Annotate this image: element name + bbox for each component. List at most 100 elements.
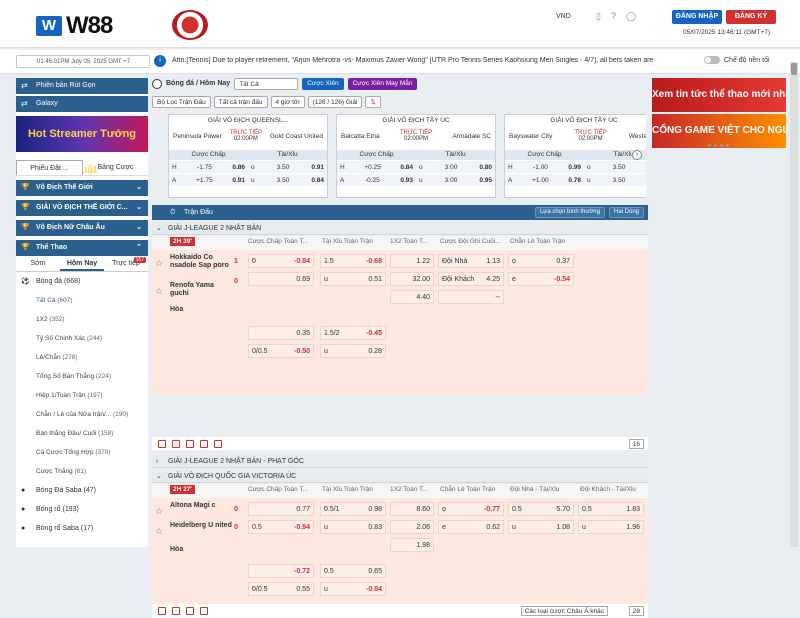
banner-dots[interactable]	[708, 144, 729, 147]
odds-cell[interactable]: 0.77	[248, 502, 314, 516]
stats-icon[interactable]	[158, 439, 166, 448]
sort-icon[interactable]: ⇅	[365, 95, 381, 108]
all-matches-select[interactable]: Tất cả trận đấu	[213, 95, 268, 108]
league-row[interactable]: › GIẢI J-LEAGUE 2 NHẬT BẢN - PHẠT GÓC	[152, 455, 648, 468]
odds-cell[interactable]: --	[438, 290, 504, 304]
grid-icon[interactable]	[172, 439, 180, 448]
lucky-parlay-button[interactable]: Cược Xiên May Mắn	[347, 77, 418, 90]
odds-cell[interactable]: 0.35	[248, 326, 314, 340]
tab-bet-list[interactable]: Bảng Cược	[83, 160, 148, 175]
league-count[interactable]: (126 / 126) Giải	[307, 95, 363, 108]
odds-cell[interactable]: u 1.08	[508, 520, 574, 534]
odds-cell[interactable]: 1.98	[390, 538, 434, 552]
odds-cell[interactable]: 0.5 -0.94	[248, 520, 314, 534]
sidebar-market-item[interactable]: Tất Cả (607)	[16, 291, 148, 310]
list-icon[interactable]	[186, 439, 194, 448]
odds-cell[interactable]: -0.72	[248, 564, 314, 578]
carousel-next-icon[interactable]: ›	[632, 150, 642, 160]
list-icon[interactable]	[186, 607, 194, 615]
handicap-odds[interactable]: H -1.75 0.86	[169, 161, 248, 173]
odds-cell[interactable]: 1.5 -0.68	[320, 254, 386, 268]
odds-cell[interactable]: 1.5/2 -0.45	[320, 326, 386, 340]
tab-bet-slip[interactable]: Phiếu Đặt ...	[16, 160, 83, 175]
register-button[interactable]: ĐĂNG KÝ	[726, 10, 776, 24]
odds-type-select[interactable]: Các loại cược Châu Á khác	[520, 606, 608, 616]
view-select[interactable]: Hai Dòng	[608, 207, 644, 218]
refresh-icon[interactable]	[200, 439, 208, 448]
league-row[interactable]: ⌄ GIẢI J-LEAGUE 2 NHẬT BẢN	[152, 222, 648, 235]
odds-cell[interactable]: 2.06	[390, 520, 434, 534]
odds-cell[interactable]: Đội Nhà 1.13	[438, 254, 504, 268]
currency-select[interactable]: VND	[556, 13, 571, 20]
odds-cell[interactable]: 0.69	[248, 272, 314, 286]
tab-today[interactable]: Hôm Nay	[60, 256, 104, 271]
odds-cell[interactable]: u 1.96	[578, 520, 644, 534]
over-under-odds[interactable]: o 3.00 0.80	[416, 161, 495, 173]
sidebar-section-sports[interactable]: 🏆 Thể Thao ⌃	[16, 240, 148, 256]
sidebar-market-item[interactable]: Bàn thắng Đầu/ Cuối (158)	[16, 424, 148, 443]
featured-match-card[interactable]: GIẢI VÔ ĐỊCH QUEENSL... Peninsula Power TR…	[168, 114, 328, 198]
odds-cell[interactable]: 0.5 5.70	[508, 502, 574, 516]
tab-early[interactable]: Sớm	[16, 256, 60, 271]
brand-logo[interactable]: W W88	[36, 12, 113, 40]
sport-item[interactable]: ● Bóng rổ Saba (17)	[16, 519, 148, 538]
favorite-star-icon[interactable]: ☆	[155, 258, 163, 269]
market-count-select[interactable]: 16	[628, 438, 644, 449]
odds-cell[interactable]: u 0.83	[320, 520, 386, 534]
scrollbar[interactable]	[790, 62, 798, 547]
dark-mode-toggle[interactable]: Chế độ nền tối	[704, 56, 770, 64]
sidebar-market-item[interactable]: Hiệp 1/Toàn Trận (197)	[16, 386, 148, 405]
sport-item[interactable]: ● Bóng rổ (193)	[16, 500, 148, 519]
compact-version-button[interactable]: ⇄ Phiên bản Rút Gọn	[16, 78, 148, 94]
sidebar-section-world-cup[interactable]: 🏆 Vô Địch Thế Giới ⌄	[16, 180, 148, 196]
handicap-odds[interactable]: H +0.25 0.84	[337, 161, 416, 173]
sidebar-market-item[interactable]: 1X2 (352)	[16, 310, 148, 329]
stats-icon[interactable]	[158, 607, 166, 615]
favorite-star-icon[interactable]: ☆	[155, 506, 163, 517]
login-button[interactable]: ĐĂNG NHẬP	[672, 10, 722, 24]
news-banner[interactable]: Xem tin tức thể thao mới nhất	[652, 78, 786, 112]
featured-match-card[interactable]: GIẢI VÔ ĐỊCH TÂY ÚC Bayswater City TRỰC TI…	[504, 114, 646, 198]
dot-icon[interactable]	[714, 144, 717, 147]
match-filter-select[interactable]: Bộ Lọc Trận Đấu	[152, 95, 211, 108]
dot-icon[interactable]	[726, 144, 729, 147]
odds-cell[interactable]: 0.5 1.83	[578, 502, 644, 516]
sidebar-market-item[interactable]: Lẻ/Chẵn (278)	[16, 348, 148, 367]
over-under-odds[interactable]: o3.500.95	[584, 161, 646, 173]
handicap-odds[interactable]: A +1.75 0.91	[169, 174, 248, 186]
galaxy-button[interactable]: ⇄ Galaxy	[16, 96, 148, 112]
sidebar-market-item[interactable]: Cược Thắng (61)	[16, 462, 148, 481]
odds-cell[interactable]: u 0.51	[320, 272, 386, 286]
odds-cell[interactable]: 0/0.5 0.55	[248, 582, 314, 596]
favorite-star-icon[interactable]: ☆	[155, 526, 163, 537]
odds-cell[interactable]: 0.5 0.65	[320, 564, 386, 578]
sidebar-market-item[interactable]: Cá Cược Tổng Hợp (370)	[16, 443, 148, 462]
dot-icon[interactable]	[720, 144, 723, 147]
odds-cell[interactable]: 0 -0.84	[248, 254, 314, 268]
page-select[interactable]: 28	[628, 606, 644, 616]
odds-cell[interactable]: 32.00	[390, 272, 434, 286]
odds-cell[interactable]: 0/0.5 -0.50	[248, 344, 314, 358]
mobile-icon[interactable]: ▯	[596, 11, 601, 22]
time-range-select[interactable]: 4 giờ tới	[270, 95, 305, 108]
dot-icon[interactable]	[708, 144, 711, 147]
toggle-switch[interactable]	[704, 56, 720, 64]
scroll-thumb[interactable]	[791, 63, 797, 75]
sort-select[interactable]: Lựa chọn bình thường	[534, 207, 605, 218]
handicap-odds[interactable]: A -0.25 0.93	[337, 174, 416, 186]
odds-cell[interactable]: u 0.28	[320, 344, 386, 358]
help-icon[interactable]: ?	[611, 11, 616, 22]
odds-cell[interactable]: 1.22	[390, 254, 434, 268]
odds-cell[interactable]: u -0.84	[320, 582, 386, 596]
odds-cell[interactable]: 4.40	[390, 290, 434, 304]
over-under-odds[interactable]: u 3.50 0.84	[248, 174, 327, 186]
info-icon[interactable]: ◯	[626, 11, 636, 22]
odds-cell[interactable]: 0.5/1 0.98	[320, 502, 386, 516]
sidebar-section-world-club[interactable]: 🏆 GIẢI VÔ ĐỊCH THẾ GIỚI C... ⌄	[16, 200, 148, 216]
chart-icon[interactable]	[214, 439, 222, 448]
featured-match-card[interactable]: GIẢI VÔ ĐỊCH TÂY ÚC Balcatta Etna TRỰC TIẾ…	[336, 114, 496, 198]
odds-cell[interactable]: o -0.77	[438, 502, 504, 516]
hot-streamer-promo[interactable]: Hot Streamer Tướng Thuật	[16, 116, 148, 176]
sidebar-market-item[interactable]: Tỷ Số Chính Xác (244)	[16, 329, 148, 348]
odds-cell[interactable]: o 0.37	[508, 254, 574, 268]
